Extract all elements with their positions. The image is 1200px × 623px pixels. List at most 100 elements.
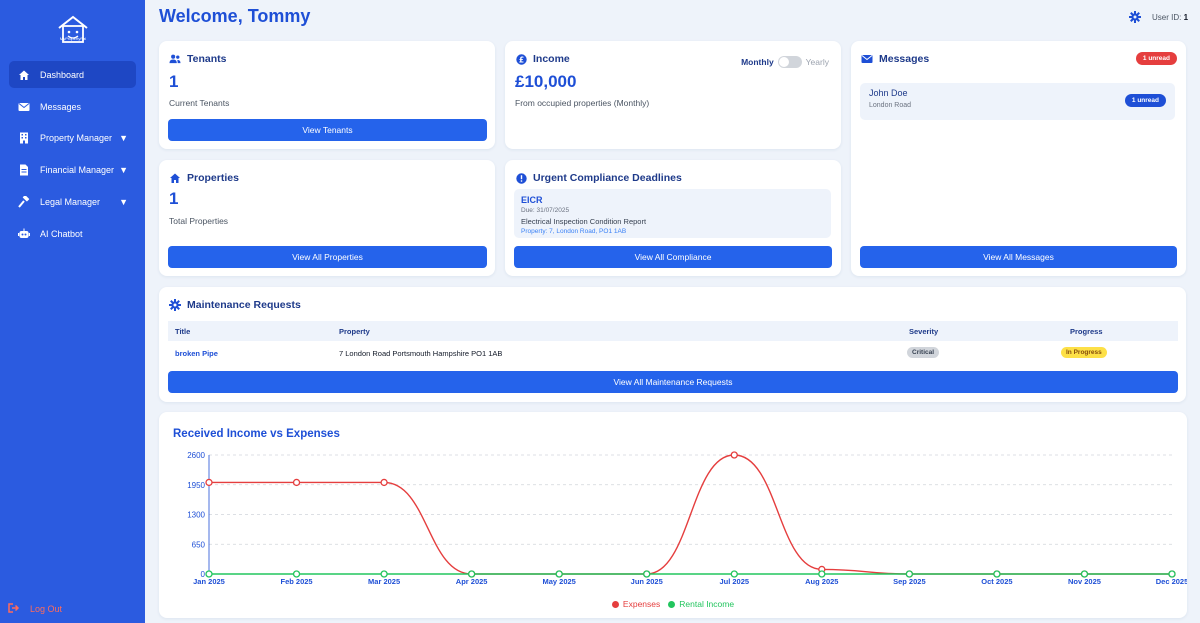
logout-button[interactable]: Log Out — [8, 603, 62, 615]
income-period-toggle[interactable]: Monthly Yearly — [741, 56, 829, 68]
sidebar-item-messages[interactable]: Messages — [9, 93, 136, 120]
y-tick-label: 1300 — [187, 511, 205, 520]
y-tick-label: 2600 — [187, 451, 205, 460]
col-progress: Progress — [1070, 327, 1103, 336]
sidebar-item-label: Messages — [40, 101, 82, 112]
message-item[interactable]: John Doe London Road 1 unread — [860, 83, 1175, 120]
period-switch[interactable] — [777, 56, 802, 68]
legend-label-income: Rental Income — [679, 599, 735, 609]
chevron-down-icon[interactable]: ▼ — [119, 133, 128, 143]
rental-income-point — [555, 570, 563, 578]
robot-icon — [18, 228, 30, 240]
sidebar-item-label: Legal Manager — [40, 196, 101, 207]
logo-text: MyPropertyPal — [59, 36, 87, 41]
alert-icon — [515, 172, 527, 184]
maintenance-table-header: Title Property Severity Progress — [168, 321, 1178, 341]
view-tenants-button[interactable]: View Tenants — [168, 119, 487, 141]
y-tick-label: 1950 — [187, 481, 205, 490]
view-all-properties-button[interactable]: View All Properties — [168, 246, 487, 268]
user-id-label: User ID: — [1152, 13, 1182, 22]
expenses-point — [292, 478, 301, 487]
messages-card: Messages 1 unread John Doe London Road 1… — [851, 41, 1186, 276]
view-all-maintenance-button[interactable]: View All Maintenance Requests — [168, 371, 1178, 393]
rental-income-point — [467, 570, 476, 578]
tenants-title: Tenants — [187, 53, 227, 65]
income-card: £ Income Monthly Yearly £10,000 From occ… — [505, 41, 841, 149]
col-severity: Severity — [909, 327, 939, 336]
compliance-item[interactable]: EICR Due: 31/07/2025 Electrical Inspecti… — [514, 189, 831, 238]
sidebar-item-dashboard[interactable]: Dashboard — [9, 61, 136, 88]
x-tick-label: Oct 2025 — [981, 577, 1012, 586]
toggle-yearly-label[interactable]: Yearly — [806, 57, 829, 67]
income-title: Income — [533, 53, 570, 65]
logout-icon — [8, 603, 20, 615]
rental-income-point — [1080, 570, 1089, 578]
sidebar-item-property-manager[interactable]: Property Manager ▼ — [9, 124, 136, 151]
properties-count: 1 — [169, 189, 179, 208]
x-tick-label: Sep 2025 — [893, 577, 926, 586]
x-tick-label: Jan 2025 — [193, 577, 225, 586]
y-tick-label: 650 — [192, 540, 206, 549]
compliance-item-name: Electrical Inspection Condition Report — [521, 217, 647, 226]
properties-sub: Total Properties — [169, 216, 229, 226]
chevron-down-icon[interactable]: ▼ — [119, 165, 128, 175]
row-title-link[interactable]: broken Pipe — [175, 349, 218, 358]
properties-card-title: Properties — [169, 172, 239, 184]
legend-dot-expenses — [611, 600, 619, 608]
table-row[interactable]: broken Pipe 7 London Road Portsmouth Ham… — [168, 343, 1178, 363]
rental-income-point — [292, 570, 301, 578]
envelope-icon — [18, 101, 30, 113]
rental-income-point — [818, 570, 826, 578]
progress-badge: In Progress — [1061, 347, 1107, 358]
legend-dot-income — [668, 600, 676, 608]
income-amount: £10,000 — [515, 72, 577, 91]
col-title: Title — [175, 327, 191, 336]
legend-item-expenses[interactable]: Expenses — [611, 599, 661, 609]
legend-item-rental-income[interactable]: Rental Income — [668, 599, 734, 609]
maintenance-title: Maintenance Requests — [187, 299, 301, 311]
x-tick-label: Feb 2025 — [280, 577, 312, 586]
sidebar-item-label: Financial Manager — [40, 164, 115, 175]
compliance-title: Urgent Compliance Deadlines — [533, 172, 682, 184]
rental-income-point — [730, 570, 738, 578]
home-icon — [18, 69, 30, 81]
tenants-sub: Current Tenants — [169, 98, 230, 108]
maintenance-card-title: Maintenance Requests — [169, 299, 301, 311]
row-property: 7 London Road Portsmouth Hampshire PO1 1… — [339, 349, 503, 358]
sidebar-item-financial-manager[interactable]: Financial Manager ▼ — [9, 156, 136, 183]
gear-icon — [169, 299, 181, 311]
chart-card: Received Income vs Expenses 0 650 1300 1950… — [159, 412, 1187, 618]
toggle-monthly-label[interactable]: Monthly — [741, 57, 774, 67]
user-id-value: 1 — [1183, 13, 1189, 22]
sidebar-item-legal-manager[interactable]: Legal Manager ▼ — [9, 188, 136, 215]
expenses-point — [730, 451, 738, 459]
settings-gear-icon[interactable] — [1129, 11, 1141, 23]
sidebar-item-ai-chatbot[interactable]: AI Chatbot — [9, 220, 136, 247]
view-all-compliance-button[interactable]: View All Compliance — [514, 246, 832, 268]
view-all-messages-button[interactable]: View All Messages — [860, 246, 1177, 268]
envelope-icon — [861, 53, 873, 65]
maintenance-card: Maintenance Requests Title Property Seve… — [159, 287, 1186, 402]
pound-icon: £ — [515, 53, 527, 65]
compliance-item-title: EICR — [521, 195, 543, 205]
sidebar-item-label: Property Manager — [40, 132, 113, 143]
gavel-icon — [18, 195, 30, 208]
income-card-title: £ Income — [515, 53, 570, 65]
user-id: User ID: 1 — [1152, 13, 1188, 22]
x-tick-label: Nov 2025 — [1068, 577, 1101, 586]
rental-income-point — [993, 570, 1001, 578]
income-sub: From occupied properties (Monthly) — [515, 98, 650, 108]
rental-income-point — [205, 570, 213, 578]
svg-text:£: £ — [518, 55, 523, 64]
sidebar-item-label: Dashboard — [40, 69, 85, 80]
legend-label-expenses: Expenses — [622, 599, 661, 609]
expenses-point — [205, 478, 213, 487]
properties-title: Properties — [187, 172, 239, 184]
col-property: Property — [339, 327, 370, 336]
income-expenses-chart: 0650130019502600Jan 2025 Feb 2025 Mar 2025… — [187, 451, 1187, 586]
x-tick-label: Jul 2025 — [719, 577, 749, 586]
expenses-point — [380, 478, 388, 487]
chevron-down-icon[interactable]: ▼ — [119, 197, 128, 207]
tenants-count: 1 — [169, 72, 179, 91]
messages-title: Messages — [879, 53, 930, 65]
